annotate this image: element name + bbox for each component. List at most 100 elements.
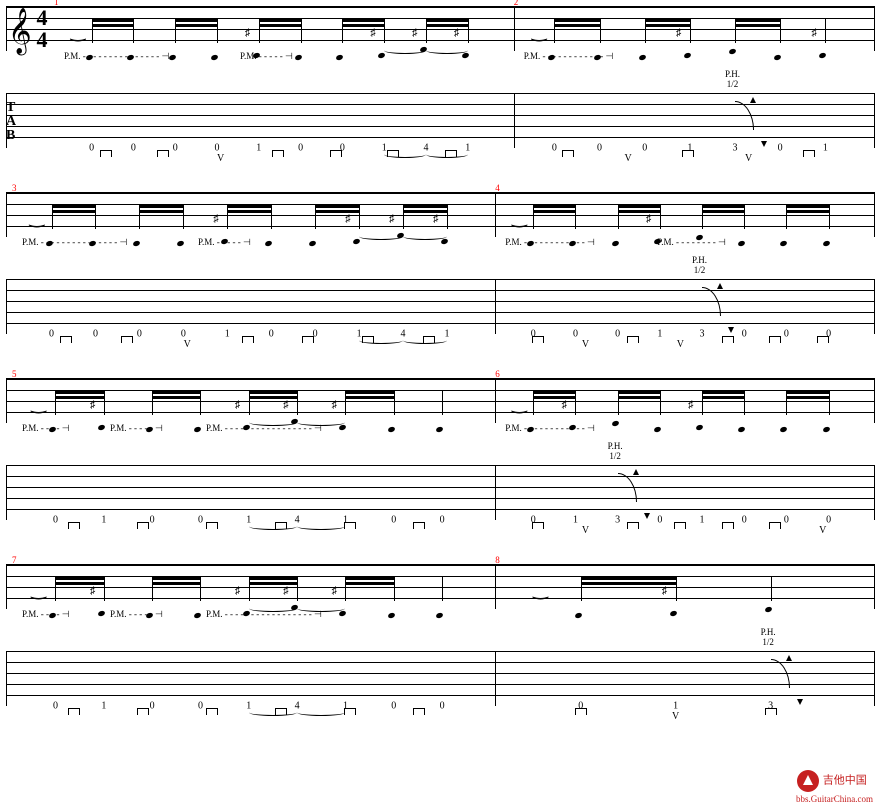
beam bbox=[55, 391, 103, 394]
sharp-icon: ♯ bbox=[283, 585, 289, 597]
beam bbox=[645, 19, 690, 22]
bend-curve-icon bbox=[771, 659, 790, 688]
watermark-brand: 吉他中国 bbox=[823, 775, 867, 787]
downstroke-icon bbox=[157, 150, 169, 157]
system-2: 3‿♯♯♯♯4‿♯P.M. - - - - - - - - - - - - - … bbox=[6, 192, 875, 350]
notation-staff: 𝄞441‿♯♯♯♯2‿♯♯ bbox=[6, 6, 875, 51]
bend-amount: 1/2 bbox=[725, 79, 740, 89]
downstroke-icon bbox=[413, 708, 425, 715]
downstroke-icon bbox=[206, 708, 218, 715]
downstroke-icon bbox=[722, 522, 734, 529]
upstroke-icon bbox=[745, 150, 752, 165]
upstroke-icon bbox=[217, 150, 224, 165]
downstroke-icon bbox=[413, 522, 425, 529]
bend-amount: 1/2 bbox=[608, 451, 623, 461]
picking-row bbox=[6, 336, 875, 350]
bend-curve-icon bbox=[735, 101, 754, 130]
picking-row bbox=[6, 150, 875, 164]
palm-mute-label: P.M. - - - - - ⊣ bbox=[110, 423, 163, 434]
beam bbox=[175, 19, 217, 22]
pm-row: P.M. - - - - - - - - - - - - - - - ⊣P.M.… bbox=[6, 237, 875, 251]
notation-staff: 7‿♯♯♯♯8‿♯ bbox=[6, 564, 875, 609]
palm-mute-label: P.M. - - - - - ⊣ bbox=[198, 237, 251, 248]
downstroke-icon bbox=[387, 150, 399, 157]
palm-mute-label: P.M. - - - - - ⊣ bbox=[240, 51, 293, 62]
bend-arrow-down-icon bbox=[761, 141, 767, 147]
bend-curve-icon bbox=[702, 287, 721, 316]
tab-staff: 01001410001301000P.H.1/2 bbox=[6, 465, 875, 520]
upstroke-icon bbox=[582, 522, 589, 537]
sharp-icon: ♯ bbox=[646, 213, 652, 225]
bend-arrow-down-icon bbox=[728, 327, 734, 333]
sharp-icon: ♯ bbox=[561, 399, 567, 411]
sharp-icon: ♯ bbox=[235, 399, 241, 411]
bend-amount: 1/2 bbox=[692, 265, 707, 275]
sharp-icon: ♯ bbox=[331, 399, 337, 411]
beam bbox=[618, 205, 660, 208]
downstroke-icon bbox=[137, 708, 149, 715]
beam bbox=[342, 19, 384, 22]
beam bbox=[249, 391, 297, 394]
sharp-icon: ♯ bbox=[345, 213, 351, 225]
downstroke-icon bbox=[682, 150, 694, 157]
measure-number: 2 bbox=[514, 0, 519, 7]
palm-mute-label: P.M. - - - - - - - - ⊣ bbox=[657, 237, 726, 248]
bend-arrow-up-icon bbox=[786, 655, 792, 661]
downstroke-icon bbox=[769, 522, 781, 529]
palm-mute-label: P.M. - - - - - - - - - - - - ⊣ bbox=[524, 51, 614, 62]
beam bbox=[345, 391, 393, 394]
rest-icon: ‿ bbox=[71, 21, 85, 42]
beam bbox=[227, 205, 271, 208]
bend-arrow-up-icon bbox=[633, 469, 639, 475]
downstroke-icon bbox=[68, 708, 80, 715]
palm-mute-label: P.M. - - - - ⊣ bbox=[22, 609, 70, 620]
upstroke-icon bbox=[819, 522, 826, 537]
downstroke-icon bbox=[765, 708, 777, 715]
downstroke-icon bbox=[362, 336, 374, 343]
beam bbox=[92, 19, 134, 22]
downstroke-icon bbox=[137, 522, 149, 529]
pm-row: P.M. - - - - - - - - - - - - - - - ⊣P.M.… bbox=[6, 51, 875, 65]
tab-clef: TAB bbox=[6, 101, 16, 143]
downstroke-icon bbox=[100, 150, 112, 157]
bend-amount: 1/2 bbox=[761, 637, 776, 647]
downstroke-icon bbox=[275, 708, 287, 715]
downstroke-icon bbox=[302, 336, 314, 343]
bend-arrow-down-icon bbox=[797, 699, 803, 705]
pinch-harmonic: P.H.1/2 bbox=[608, 441, 623, 461]
tab-staff: 010014100013P.H.1/2 bbox=[6, 651, 875, 706]
palm-mute-label: P.M. - - - - - ⊣ bbox=[110, 609, 163, 620]
time-signature: 44 bbox=[34, 7, 50, 51]
pinch-harmonic: P.H.1/2 bbox=[692, 255, 707, 275]
rest-icon: ‿ bbox=[532, 21, 546, 42]
downstroke-icon bbox=[68, 522, 80, 529]
rest-icon: ‿ bbox=[31, 393, 45, 414]
bend-arrow-down-icon bbox=[644, 513, 650, 519]
beam bbox=[533, 391, 575, 394]
pm-row: P.M. - - - - ⊣P.M. - - - - - ⊣P.M. - - -… bbox=[6, 423, 875, 437]
sharp-icon: ♯ bbox=[283, 399, 289, 411]
pinch-harmonic: P.H.1/2 bbox=[761, 627, 776, 647]
system-1: 𝄞441‿♯♯♯♯2‿♯♯P.M. - - - - - - - - - - - … bbox=[6, 6, 875, 164]
downstroke-icon bbox=[562, 150, 574, 157]
downstroke-icon bbox=[627, 336, 639, 343]
system-4: 7‿♯♯♯♯8‿♯P.M. - - - - ⊣P.M. - - - - - ⊣P… bbox=[6, 564, 875, 722]
downstroke-icon bbox=[344, 522, 356, 529]
beam bbox=[735, 19, 780, 22]
upstroke-icon bbox=[625, 150, 632, 165]
palm-mute-label: P.M. - - - - - - - - - - - - ⊣ bbox=[505, 237, 595, 248]
pm-row: P.M. - - - - ⊣P.M. - - - - - ⊣P.M. - - -… bbox=[6, 609, 875, 623]
sharp-icon: ♯ bbox=[331, 585, 337, 597]
sharp-icon: ♯ bbox=[662, 585, 668, 597]
downstroke-icon bbox=[344, 708, 356, 715]
picking-row bbox=[6, 522, 875, 536]
beam bbox=[315, 205, 359, 208]
beam bbox=[618, 391, 660, 394]
downstroke-icon bbox=[817, 336, 829, 343]
rest-icon: ‿ bbox=[512, 207, 526, 228]
beam bbox=[152, 391, 200, 394]
measure-number: 5 bbox=[12, 369, 17, 379]
downstroke-icon bbox=[242, 336, 254, 343]
upstroke-icon bbox=[582, 336, 589, 351]
downstroke-icon bbox=[272, 150, 284, 157]
